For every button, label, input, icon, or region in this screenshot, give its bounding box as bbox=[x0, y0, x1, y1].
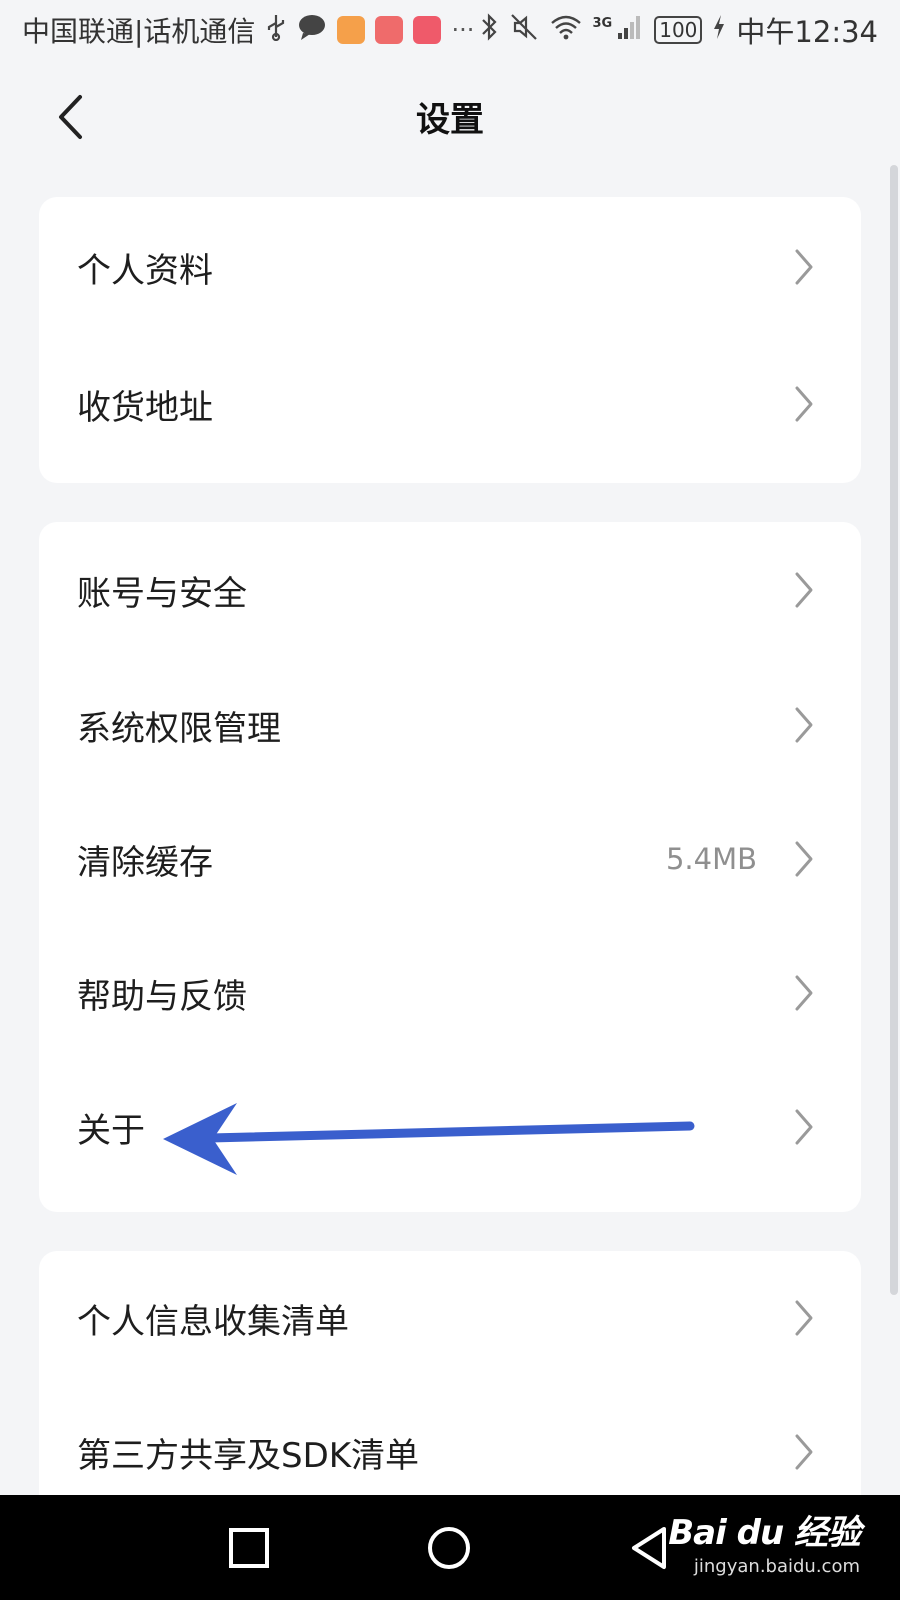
bluetooth-icon bbox=[479, 12, 499, 49]
row-label: 账号与安全 bbox=[77, 573, 247, 614]
settings-row-account-security[interactable]: 账号与安全 bbox=[39, 522, 861, 658]
settings-row-about[interactable]: 关于 bbox=[39, 1060, 861, 1194]
baidu-jingyan-watermark: Bai du 经验 jingyan.baidu.com bbox=[668, 1505, 861, 1577]
settings-row-personal-info-list[interactable]: 个人信息收集清单 bbox=[39, 1251, 861, 1385]
chevron-right-icon bbox=[795, 572, 813, 608]
scrollbar[interactable] bbox=[890, 165, 898, 1295]
watermark-url: jingyan.baidu.com bbox=[693, 1556, 860, 1577]
chat-bubble-icon bbox=[297, 13, 327, 48]
settings-row-permissions[interactable]: 系统权限管理 bbox=[39, 658, 861, 792]
carrier-label: 中国联通|话机通信 bbox=[22, 15, 256, 48]
row-label: 收货地址 bbox=[77, 387, 213, 428]
row-label: 帮助与反馈 bbox=[77, 976, 247, 1017]
row-label: 清除缓存 bbox=[77, 842, 213, 883]
settings-group-profile: 个人资料 收货地址 bbox=[39, 197, 861, 483]
row-label: 第三方共享及SDK清单 bbox=[77, 1435, 420, 1476]
settings-row-shipping-address[interactable]: 收货地址 bbox=[39, 337, 861, 471]
page-title: 设置 bbox=[416, 100, 484, 140]
chevron-right-icon bbox=[795, 1109, 813, 1145]
mute-icon bbox=[509, 12, 539, 49]
settings-group-general: 账号与安全 系统权限管理 清除缓存 5.4MB 帮助与反馈 关于 bbox=[39, 522, 861, 1212]
video-app-icon bbox=[337, 16, 366, 44]
chevron-right-icon bbox=[795, 249, 813, 285]
signal-icon bbox=[616, 13, 644, 48]
recent-apps-square-icon[interactable] bbox=[222, 1521, 276, 1575]
home-circle-icon[interactable] bbox=[422, 1521, 476, 1575]
status-left: 中国联通|话机通信 ··· bbox=[22, 10, 474, 50]
huawei-app-icon bbox=[413, 16, 442, 44]
more-notifications-icon: ··· bbox=[451, 16, 475, 44]
system-navigation-bar: Bai du 经验 jingyan.baidu.com bbox=[0, 1495, 900, 1600]
news-app-icon bbox=[375, 16, 404, 44]
clock: 中午12:34 bbox=[736, 15, 878, 49]
cache-size-value: 5.4MB bbox=[665, 842, 757, 876]
chevron-right-icon bbox=[795, 386, 813, 422]
row-label: 个人信息收集清单 bbox=[77, 1301, 349, 1342]
row-label: 个人资料 bbox=[77, 250, 213, 291]
chevron-right-icon bbox=[795, 1300, 813, 1336]
row-label: 系统权限管理 bbox=[77, 708, 281, 749]
chevron-right-icon bbox=[795, 707, 813, 743]
settings-row-help-feedback[interactable]: 帮助与反馈 bbox=[39, 926, 861, 1060]
settings-row-profile[interactable]: 个人资料 bbox=[39, 197, 861, 337]
network-type-label: 3G bbox=[592, 15, 613, 31]
top-app-bar: 设置 bbox=[0, 70, 900, 160]
watermark-logo: Bai du 经验 bbox=[668, 1513, 861, 1553]
settings-row-clear-cache[interactable]: 清除缓存 5.4MB bbox=[39, 792, 861, 926]
row-label: 关于 bbox=[77, 1110, 145, 1151]
battery-level: 100 bbox=[659, 18, 698, 42]
status-bar: 中国联通|话机通信 ··· 3G 100 中午12:34 bbox=[0, 0, 900, 60]
battery-indicator: 100 bbox=[654, 16, 703, 44]
status-right: 3G 100 中午12:34 bbox=[479, 9, 878, 51]
wifi-icon bbox=[549, 13, 583, 48]
chevron-right-icon bbox=[795, 975, 813, 1011]
usb-icon bbox=[265, 13, 287, 48]
chevron-right-icon bbox=[795, 841, 813, 877]
charging-icon bbox=[712, 14, 726, 47]
chevron-right-icon bbox=[795, 1434, 813, 1470]
